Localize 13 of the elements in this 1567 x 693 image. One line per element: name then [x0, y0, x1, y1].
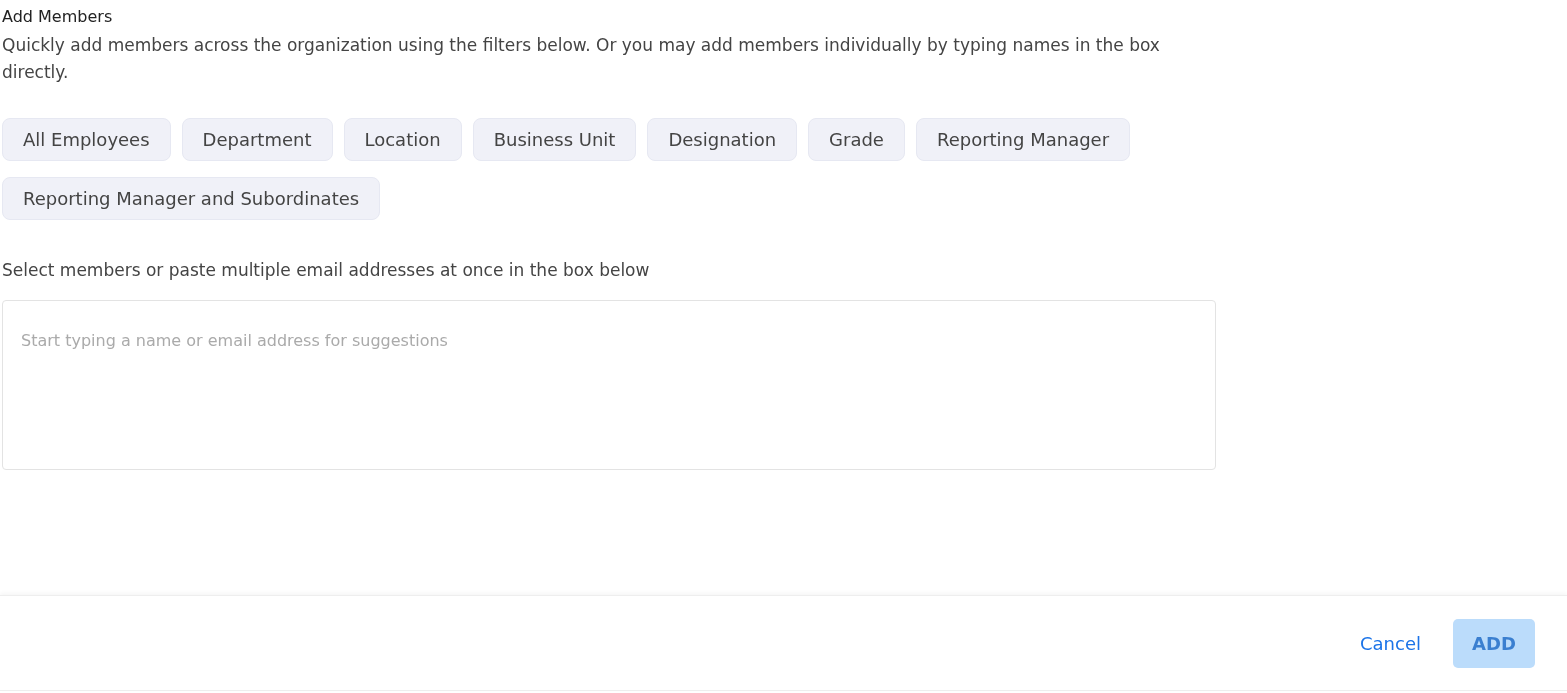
- description-text: Quickly add members across the organization using the filters below. Or you may add members individually by typing names in the box directly.: [2, 34, 1161, 84]
- section-title: Add Members: [2, 6, 114, 28]
- filter-chip[interactable]: Designation: [647, 118, 798, 161]
- field-label: Select members or paste multiple email addresses at once in the box below: [2, 260, 651, 280]
- filter-chip[interactable]: All Employees: [2, 118, 171, 161]
- filter-chip[interactable]: Business Unit: [472, 118, 637, 161]
- filter-chip[interactable]: Department: [181, 118, 333, 161]
- members-input-field[interactable]: Start typing a name or email address for suggestions: [2, 300, 1216, 470]
- filter-chip[interactable]: Reporting Manager: [915, 118, 1131, 161]
- cancel-button[interactable]: Cancel: [1360, 628, 1421, 658]
- filter-chip[interactable]: Reporting Manager and Subordinates: [2, 177, 381, 220]
- filter-chip[interactable]: Location: [343, 118, 462, 161]
- filter-chip[interactable]: Grade: [808, 118, 905, 161]
